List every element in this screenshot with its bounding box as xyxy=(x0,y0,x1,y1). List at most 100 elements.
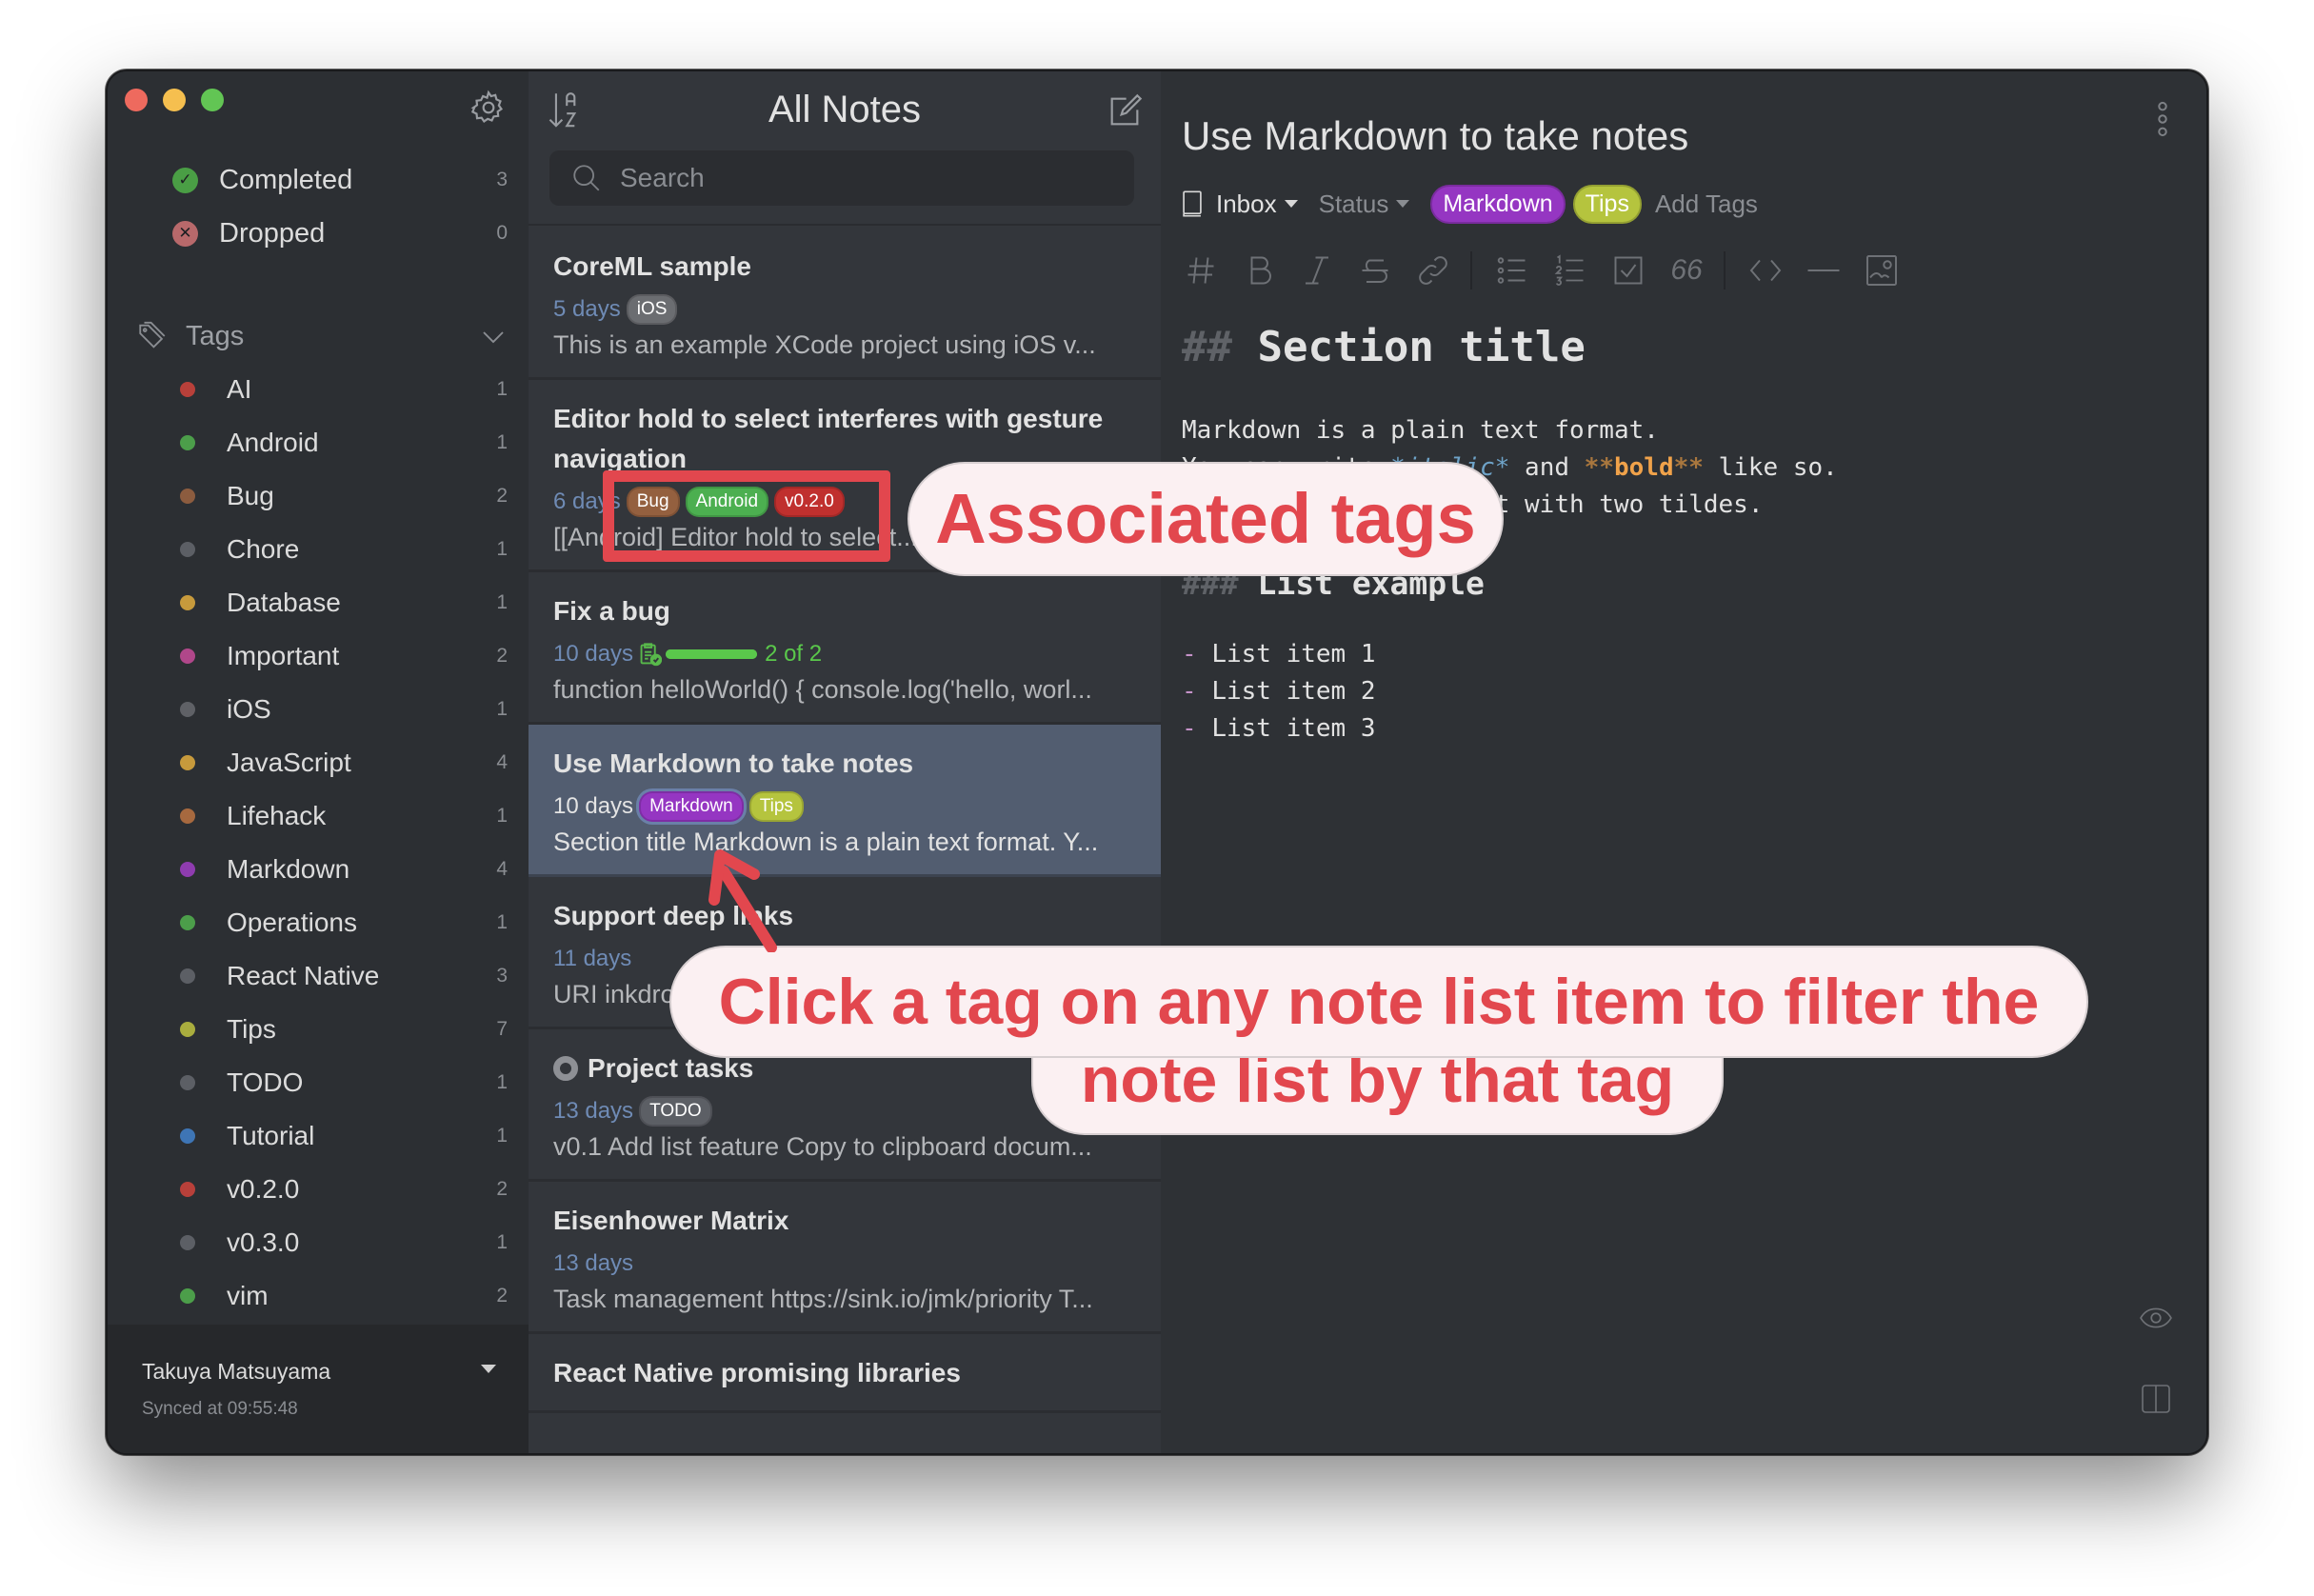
note-list-item[interactable]: React Native promising libraries xyxy=(529,1334,1161,1413)
note-item-meta: 10 days Markdown Tips xyxy=(553,788,1142,826)
chevron-down-icon[interactable] xyxy=(479,323,508,351)
more-options-icon[interactable] xyxy=(2153,100,2172,138)
bold-icon[interactable] xyxy=(1240,251,1278,289)
sidebar-item-tag-ios[interactable]: iOS 1 xyxy=(108,683,529,736)
preview-eye-icon[interactable] xyxy=(2140,1306,2172,1330)
sidebar-item-tag-ai[interactable]: AI 1 xyxy=(108,363,529,416)
sidebar-item-count: 0 xyxy=(496,222,508,244)
list-item-text: List item 3 xyxy=(1211,714,1376,743)
callout-filter-tip-line1: Click a tag on any note list item to fil… xyxy=(669,946,2088,1058)
quote-icon[interactable]: 66 xyxy=(1667,251,1706,289)
note-list-item[interactable]: Eisenhower Matrix 13 days Task management … xyxy=(529,1182,1161,1334)
tag-count: 1 xyxy=(496,1071,508,1093)
tag-count: 4 xyxy=(496,751,508,773)
sidebar-item-tag-operations[interactable]: Operations 1 xyxy=(108,896,529,949)
tag-color-dot xyxy=(180,648,195,664)
bullet-list-icon[interactable] xyxy=(1493,251,1531,289)
tag-icon xyxy=(139,321,166,349)
tag-color-dot xyxy=(180,808,195,824)
caret-down-icon[interactable] xyxy=(481,1365,496,1373)
tag-label: iOS xyxy=(227,694,271,724)
list-item-text: List item 1 xyxy=(1211,640,1376,668)
sidebar-item-tag-markdown[interactable]: Markdown 4 xyxy=(108,843,529,896)
tag-pill-tips[interactable]: Tips xyxy=(1572,184,1642,224)
sidebar-item-tag-chore[interactable]: Chore 1 xyxy=(108,523,529,576)
sidebar-item-dropped[interactable]: ✕ Dropped 0 xyxy=(108,207,529,260)
status-selector[interactable]: Status xyxy=(1319,190,1389,219)
tag-count: 1 xyxy=(496,431,508,453)
strikethrough-icon[interactable] xyxy=(1356,251,1394,289)
note-title[interactable]: Use Markdown to take notes xyxy=(1182,113,1688,159)
code-icon[interactable] xyxy=(1746,251,1785,289)
tag-color-dot xyxy=(180,1182,195,1197)
close-window-button[interactable] xyxy=(125,89,148,111)
tag-color-dot xyxy=(180,702,195,717)
sidebar-item-tag-important[interactable]: Important 2 xyxy=(108,629,529,683)
sidebar-item-tag-tips[interactable]: Tips 7 xyxy=(108,1003,529,1056)
sidebar-item-tag-todo[interactable]: TODO 1 xyxy=(108,1056,529,1109)
sidebar-item-label: Dropped xyxy=(219,217,326,249)
md-list-item: - List item 2 xyxy=(1182,673,1838,710)
editor-pane: Use Markdown to take notes Inbox Status … xyxy=(1161,71,2206,1453)
sidebar-item-tag-react-native[interactable]: React Native 3 xyxy=(108,949,529,1003)
minimize-window-button[interactable] xyxy=(163,89,186,111)
note-item-title: Support deep links xyxy=(553,896,1142,936)
compose-icon[interactable] xyxy=(1106,92,1144,130)
image-icon[interactable] xyxy=(1863,251,1901,289)
sidebar-item-tag-javascript[interactable]: JavaScript 4 xyxy=(108,736,529,789)
sidebar-item-tag-v0-3-0[interactable]: v0.3.0 1 xyxy=(108,1216,529,1269)
tag-highlight-box xyxy=(603,470,890,562)
italic-icon[interactable] xyxy=(1298,251,1336,289)
gear-icon[interactable] xyxy=(469,89,508,127)
sidebar: ✓ Completed 3 ✕ Dropped 0 Tags AI 1 Androi… xyxy=(108,71,529,1453)
note-item-title: React Native promising libraries xyxy=(553,1353,1142,1393)
md-list: - List item 1- List item 2- List item 3 xyxy=(1182,636,1838,748)
tags-section-header[interactable]: Tags xyxy=(108,309,529,363)
sidebar-item-tag-v0-2-0[interactable]: v0.2.0 2 xyxy=(108,1163,529,1216)
tag-label: Tips xyxy=(227,1014,276,1044)
note-list-title: All Notes xyxy=(768,89,922,130)
tag-label: TODO xyxy=(227,1067,304,1097)
note-item-title-text: CoreML sample xyxy=(553,251,751,281)
note-item-date: 11 days xyxy=(553,946,632,971)
note-list-item[interactable]: Fix a bug 10 days 2 of 2 function helloWorl… xyxy=(529,572,1161,725)
tag-pill-markdown[interactable]: Markdown xyxy=(639,791,744,822)
search-bar[interactable] xyxy=(549,150,1134,206)
zoom-window-button[interactable] xyxy=(201,89,224,111)
caret-down-icon[interactable] xyxy=(1284,200,1298,208)
split-view-icon[interactable] xyxy=(2140,1384,2172,1414)
link-icon[interactable] xyxy=(1414,251,1452,289)
sidebar-item-completed[interactable]: ✓ Completed 3 xyxy=(108,153,529,207)
note-item-title: Use Markdown to take notes xyxy=(553,744,1142,784)
in-progress-icon xyxy=(553,1056,578,1081)
tag-pill-ios[interactable]: iOS xyxy=(626,294,678,325)
account-footer[interactable]: Takuya Matsuyama Synced at 09:55:48 xyxy=(108,1325,529,1453)
note-item-date: 13 days xyxy=(553,1250,634,1276)
add-tags-button[interactable]: Add Tags xyxy=(1655,190,1758,219)
tag-color-dot xyxy=(180,968,195,984)
tag-pill-todo[interactable]: TODO xyxy=(639,1096,712,1127)
tag-count: 1 xyxy=(496,591,508,613)
sidebar-item-tag-android[interactable]: Android 1 xyxy=(108,416,529,469)
search-input[interactable] xyxy=(620,163,1115,193)
tag-label: JavaScript xyxy=(227,748,351,777)
sidebar-item-tag-tutorial[interactable]: Tutorial 1 xyxy=(108,1109,529,1163)
sidebar-item-tag-database[interactable]: Database 1 xyxy=(108,576,529,629)
horizontal-rule-icon[interactable] xyxy=(1805,251,1843,289)
sidebar-item-tag-lifehack[interactable]: Lifehack 1 xyxy=(108,789,529,843)
tag-color-dot xyxy=(180,755,195,770)
formatting-toolbar: 66 xyxy=(1182,247,1921,294)
heading-icon[interactable] xyxy=(1182,251,1220,289)
notebook-selector[interactable]: Inbox xyxy=(1216,190,1277,219)
sidebar-item-tag-vim[interactable]: vim 2 xyxy=(108,1269,529,1323)
tag-color-dot xyxy=(180,1128,195,1144)
note-list-item[interactable]: CoreML sample 5 days iOS This is an example… xyxy=(529,228,1161,380)
numbered-list-icon[interactable] xyxy=(1551,251,1589,289)
note-item-meta: 13 days xyxy=(553,1245,1142,1283)
caret-down-icon[interactable] xyxy=(1396,200,1410,208)
annotation-arrow-icon xyxy=(708,849,777,952)
checkbox-icon[interactable] xyxy=(1609,251,1647,289)
sidebar-item-tag-bug[interactable]: Bug 2 xyxy=(108,469,529,523)
tag-pill-markdown[interactable]: Markdown xyxy=(1430,184,1566,224)
tag-pill-tips[interactable]: Tips xyxy=(748,791,804,822)
